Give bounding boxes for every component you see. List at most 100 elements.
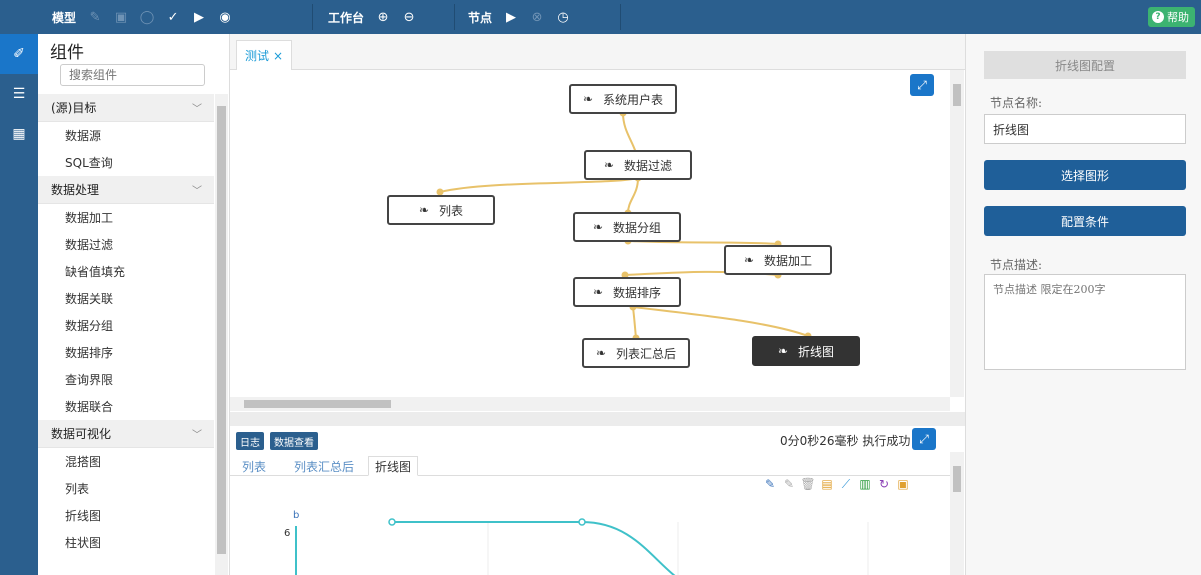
app-window: 模型 ✎ ▣ ◯ ✓ ▶ ◉ 工作台 ⊕ ⊖ 节点 ▶ ⊗ ◷ ? 帮助 ✐ ☰: [0, 0, 1201, 575]
zoom-out-icon[interactable]: ⊖: [396, 4, 422, 30]
scrollbar-thumb[interactable]: [953, 466, 961, 492]
chevron-down-icon: ﹀: [192, 186, 202, 197]
line-chart-icon[interactable]: ⟋: [838, 476, 854, 492]
refresh-icon[interactable]: ↻: [876, 476, 892, 492]
node-data-process[interactable]: ❧ 数据加工: [724, 245, 832, 275]
scrollbar-thumb[interactable]: [953, 84, 961, 106]
data-view-button[interactable]: 数据查看: [270, 432, 318, 450]
node-run-icon[interactable]: ▶: [498, 4, 524, 30]
tab-test[interactable]: 测试 ×: [236, 40, 293, 70]
chevron-down-icon: ﹀: [192, 430, 202, 441]
result-panel: 日志 数据查看 0分0秒26毫秒 执行成功 ⤢ 列表 列表汇总后 折线图 ✎ ✎…: [230, 426, 965, 575]
category-source-target[interactable]: (源)目标 ﹀: [38, 94, 214, 122]
edge: [632, 306, 809, 337]
check-icon[interactable]: ✓: [160, 4, 186, 30]
panel-splitter[interactable]: [230, 412, 965, 426]
component-item[interactable]: SQL查询: [38, 149, 214, 176]
data-point[interactable]: [388, 518, 396, 526]
leaf-icon: ❧: [582, 92, 594, 106]
chevron-down-icon: ﹀: [192, 104, 202, 115]
save-icon[interactable]: ▣: [108, 4, 134, 30]
component-search-input[interactable]: [60, 64, 205, 86]
scrollbar-thumb[interactable]: [217, 106, 226, 554]
globe-icon[interactable]: ◉: [212, 4, 238, 30]
pen-icon[interactable]: ✎: [762, 476, 778, 492]
bar-chart-icon[interactable]: ▥: [857, 476, 873, 492]
eraser-icon[interactable]: ✎: [781, 476, 797, 492]
leaf-icon: ❧: [592, 285, 604, 299]
left-icon-rail: ✐ ☰ ▦: [0, 34, 38, 575]
category-data-visualization[interactable]: 数据可视化 ﹀: [38, 420, 214, 448]
help-button[interactable]: ? 帮助: [1148, 7, 1195, 27]
category-data-processing[interactable]: 数据处理 ﹀: [38, 176, 214, 204]
canvas-horizontal-scrollbar[interactable]: [230, 397, 950, 411]
node-list-summary[interactable]: ❧ 列表汇总后: [582, 338, 690, 368]
node-stop-icon[interactable]: ⊗: [524, 4, 550, 30]
node-data-sort[interactable]: ❧ 数据排序: [573, 277, 681, 307]
node-data-group[interactable]: ❧ 数据分组: [573, 212, 681, 242]
calendar-icon[interactable]: ▦: [0, 114, 38, 154]
component-list-scrollbar[interactable]: [215, 94, 228, 575]
expand-result-icon[interactable]: ⤢: [912, 428, 936, 450]
leaf-icon: ❧: [592, 220, 604, 234]
zoom-in-icon[interactable]: ⊕: [370, 4, 396, 30]
stop-icon[interactable]: ◯: [134, 4, 160, 30]
leaf-icon: ❧: [603, 158, 615, 172]
edit-icon[interactable]: ✎: [82, 4, 108, 30]
result-vertical-scrollbar[interactable]: [950, 452, 964, 575]
result-tab-list[interactable]: 列表: [236, 456, 272, 476]
node-desc-textarea[interactable]: [984, 274, 1186, 370]
config-condition-button[interactable]: 配置条件: [984, 206, 1186, 236]
component-item[interactable]: 柱状图: [38, 529, 214, 556]
toolbar-divider: [454, 4, 455, 30]
trash-icon[interactable]: 🗑: [800, 476, 816, 492]
node-line-chart[interactable]: ❧ 折线图: [752, 336, 860, 366]
node-sys-user-table[interactable]: ❧ 系统用户表: [569, 84, 677, 114]
node-menu-label[interactable]: 节点: [462, 9, 498, 26]
data-point[interactable]: [578, 518, 586, 526]
edge: [627, 177, 639, 214]
run-icon[interactable]: ▶: [186, 4, 212, 30]
log-button[interactable]: 日志: [236, 432, 264, 450]
series-line: [392, 521, 676, 575]
doc-icon[interactable]: ▤: [819, 476, 835, 492]
scrollbar-thumb[interactable]: [244, 400, 391, 408]
wrench-icon[interactable]: ✐: [0, 34, 38, 74]
node-data-filter[interactable]: ❧ 数据过滤: [584, 150, 692, 180]
select-shape-button[interactable]: 选择图形: [984, 160, 1186, 190]
leaf-icon: ❧: [777, 344, 789, 358]
canvas-vertical-scrollbar[interactable]: [950, 70, 964, 397]
save-image-icon[interactable]: ▣: [895, 476, 911, 492]
workbench-menu-label[interactable]: 工作台: [322, 9, 370, 26]
tab-label: 测试: [245, 49, 270, 63]
clock-icon[interactable]: ◷: [550, 4, 576, 30]
result-tab-list-summary[interactable]: 列表汇总后: [288, 456, 360, 476]
node-list[interactable]: ❧ 列表: [387, 195, 495, 225]
run-status-text: 0分0秒26毫秒 执行成功: [780, 434, 911, 448]
list-icon[interactable]: ☰: [0, 74, 38, 114]
component-item[interactable]: 混搭图: [38, 448, 214, 475]
component-item[interactable]: 数据联合: [38, 393, 214, 420]
component-item[interactable]: 折线图: [38, 502, 214, 529]
component-item[interactable]: 列表: [38, 475, 214, 502]
editor-tab-strip: 测试 ×: [230, 34, 965, 70]
component-item[interactable]: 数据关联: [38, 285, 214, 312]
line-chart-preview: b 6: [284, 510, 869, 575]
result-tab-line-chart[interactable]: 折线图: [368, 456, 419, 476]
component-item[interactable]: 查询界限: [38, 366, 214, 393]
component-item[interactable]: 数据分组: [38, 312, 214, 339]
top-toolbar: 模型 ✎ ▣ ◯ ✓ ▶ ◉ 工作台 ⊕ ⊖ 节点 ▶ ⊗ ◷ ? 帮助: [0, 0, 1201, 34]
expand-canvas-icon[interactable]: ⤢: [910, 74, 934, 96]
node-name-input[interactable]: [984, 114, 1186, 144]
close-icon[interactable]: ×: [273, 49, 283, 63]
component-item[interactable]: 数据源: [38, 122, 214, 149]
flow-canvas[interactable]: ❧ 系统用户表 ❧ 数据过滤 ❧ 列表 ❧ 数据分组 ❧ 数据加工 ❧ 数据排序 ❧ 列表汇总…: [230, 70, 965, 412]
component-item[interactable]: 数据加工: [38, 204, 214, 231]
chart-toolbox: ✎ ✎ 🗑 ▤ ⟋ ▥ ↻ ▣: [762, 476, 911, 494]
leaf-icon: ❧: [595, 346, 607, 360]
component-item[interactable]: 数据过滤: [38, 231, 214, 258]
y-axis-label: b: [293, 510, 299, 521]
component-item[interactable]: 缺省值填充: [38, 258, 214, 285]
component-item[interactable]: 数据排序: [38, 339, 214, 366]
model-menu-label[interactable]: 模型: [46, 9, 82, 26]
